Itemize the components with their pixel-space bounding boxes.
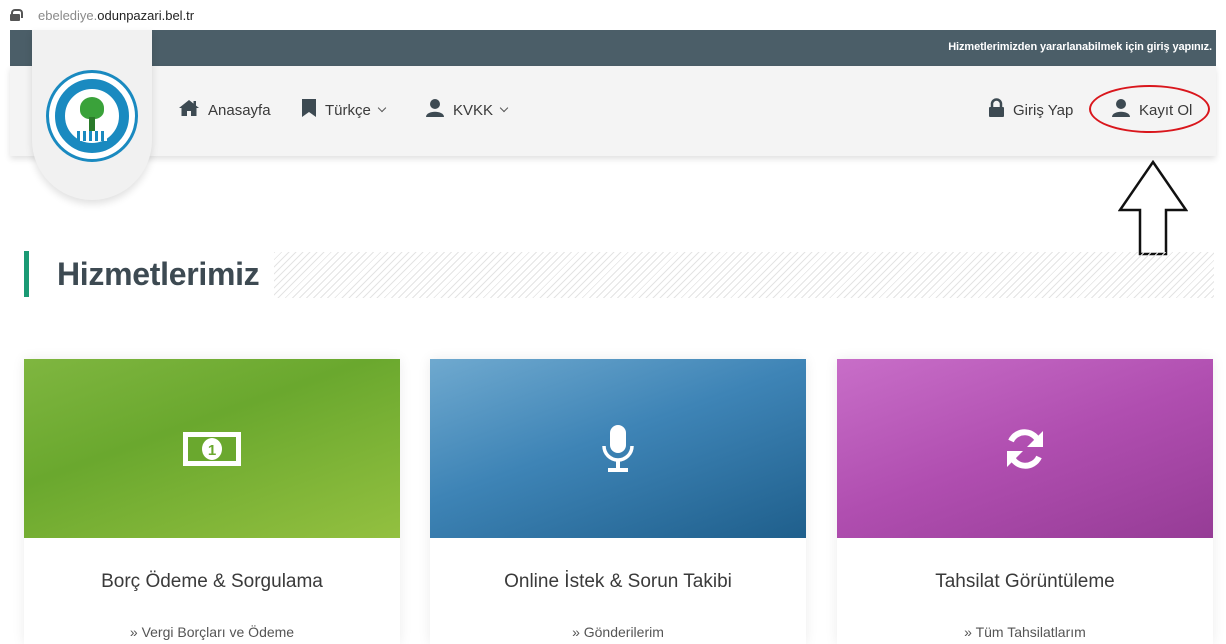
nav-home-link[interactable]: Anasayfa — [178, 98, 271, 122]
card-title: Tahsilat Görüntüleme — [935, 571, 1115, 592]
service-card-debt[interactable]: 1 Borç Ödeme & Sorgulama » Vergi Borçlar… — [24, 359, 400, 644]
svg-text:1: 1 — [208, 442, 216, 459]
card-image — [430, 359, 806, 538]
heading-accent-bar — [24, 251, 29, 297]
home-icon — [178, 99, 200, 121]
card-link[interactable]: » Vergi Borçları ve Ödeme — [24, 624, 400, 640]
lock-icon — [10, 9, 23, 21]
card-link[interactable]: » Tüm Tahsilatlarım — [837, 624, 1213, 640]
user-icon — [425, 98, 445, 122]
login-prompt-message: Hizmetlerimizden yararlanabilmek için gi… — [948, 41, 1212, 53]
card-image: 1 — [24, 359, 400, 538]
url-subdomain: ebelediye. — [38, 7, 98, 23]
bookmark-icon — [301, 98, 317, 122]
card-link[interactable]: » Gönderilerim — [430, 624, 806, 640]
section-title: Hizmetlerimiz — [57, 255, 260, 292]
top-info-strip: Hizmetlerimizden yararlanabilmek için gi… — [10, 30, 1216, 66]
tree-icon — [80, 97, 104, 119]
main-navbar: Anasayfa Türkçe KVKK Giriş Yap Kayıt Ol — [10, 66, 1216, 156]
browser-url-bar[interactable]: ebelediye. odunpazari.bel.tr — [0, 0, 1226, 30]
logo-tab[interactable] — [32, 30, 152, 200]
logo-bars — [77, 131, 107, 141]
refresh-icon — [1007, 428, 1043, 469]
up-arrow-annotation-icon — [1118, 160, 1188, 256]
service-card-requests[interactable]: Online İstek & Sorun Takibi » Gönderiler… — [430, 359, 806, 644]
nav-kvkk-dropdown[interactable]: KVKK — [425, 98, 509, 122]
highlight-ellipse-annotation — [1089, 85, 1210, 133]
nav-language-label: Türkçe — [325, 101, 371, 119]
url-domain: odunpazari.bel.tr — [97, 7, 195, 23]
card-title: Borç Ödeme & Sorgulama — [101, 571, 323, 592]
card-title: Online İstek & Sorun Takibi — [504, 571, 732, 592]
microphone-icon — [602, 424, 634, 472]
login-label: Giriş Yap — [1013, 101, 1074, 119]
nav-language-dropdown[interactable]: Türkçe — [301, 98, 387, 122]
heading-hatch-divider — [274, 252, 1214, 298]
card-image — [837, 359, 1213, 538]
lock-icon — [988, 98, 1005, 122]
municipality-logo[interactable] — [46, 70, 138, 162]
money-bill-icon: 1 — [183, 431, 241, 466]
login-link[interactable]: Giriş Yap — [988, 98, 1073, 122]
service-card-collections[interactable]: Tahsilat Görüntüleme » Tüm Tahsilatlarım — [837, 359, 1213, 644]
nav-home-label: Anasayfa — [208, 101, 271, 119]
nav-kvkk-label: KVKK — [453, 101, 494, 119]
chevron-down-icon — [499, 103, 509, 113]
chevron-down-icon — [377, 103, 387, 113]
section-heading: Hizmetlerimiz — [24, 250, 260, 298]
